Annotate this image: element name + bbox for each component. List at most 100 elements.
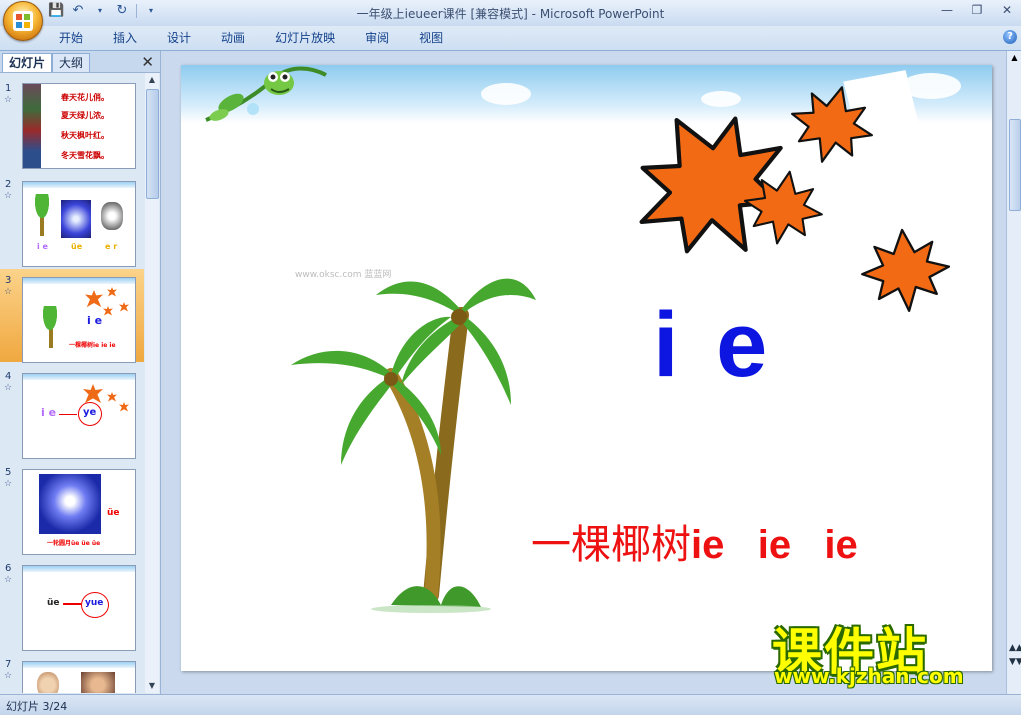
title-bar: 💾 ↶ ▾ ↻ ▾ 一年级上ieueer课件 [兼容模式] - Microsof… [0, 0, 1021, 41]
slides-pane: 幻灯片 大纲 ✕ 1 ☆ 春天花儿俏。 夏天绿儿浓。 秋天枫叶红。 冬天雪花飘。… [0, 51, 161, 694]
maple-leaf-icon [103, 306, 113, 316]
scrollbar-thumb[interactable] [1009, 119, 1021, 211]
slide-letters[interactable]: i e [653, 293, 773, 398]
logo-url-text: www.kjzhan.com [774, 664, 964, 688]
scroll-up-icon[interactable]: ▲ [1007, 51, 1021, 65]
slide-number: 4 [5, 371, 12, 382]
tab-review[interactable]: 审阅 [350, 30, 404, 46]
thumb-line: 秋天枫叶红。 [61, 131, 109, 140]
animation-star-icon: ☆ [4, 95, 13, 105]
thumb-label: i e [41, 406, 57, 419]
sky-strip [23, 662, 135, 668]
maple-leaf-icon [107, 287, 117, 297]
editor-scrollbar[interactable]: ▲ ▲▲ ▼▼ [1006, 51, 1021, 694]
maple-leaf-icon [119, 302, 129, 312]
palm-leaves-icon [36, 306, 64, 346]
animation-star-icon: ☆ [4, 575, 13, 585]
office-logo-icon [13, 11, 33, 31]
thumb-label: e r [105, 242, 118, 251]
thumb-label: ye [83, 407, 97, 418]
scroll-up-icon[interactable]: ▲ [145, 73, 159, 87]
thumbnail-row[interactable]: 1 ☆ 春天花儿俏。 夏天绿儿浓。 秋天枫叶红。 冬天雪花飘。 [0, 77, 144, 170]
thumbnail-list: 1 ☆ 春天花儿俏。 夏天绿儿浓。 秋天枫叶红。 冬天雪花飘。 2 ☆ i e … [0, 73, 144, 693]
slide-number: 2 [5, 179, 12, 190]
animation-star-icon: ☆ [4, 383, 13, 393]
window-title: 一年级上ieueer课件 [兼容模式] - Microsoft PowerPoi… [356, 7, 665, 21]
maple-leaf-icon [119, 402, 129, 412]
animation-star-icon: ☆ [4, 671, 13, 681]
scroll-down-icon[interactable]: ▼ [145, 679, 159, 693]
tab-home[interactable]: 开始 [44, 30, 98, 46]
tab-outline[interactable]: 大纲 [52, 53, 91, 72]
animation-star-icon: ☆ [4, 191, 13, 201]
palm-tree-illustration [291, 278, 536, 613]
palm-leaves-icon [28, 194, 56, 234]
scrollbar-thumb[interactable] [146, 89, 159, 199]
status-bar: 幻灯片 3/24 [0, 694, 1021, 715]
maple-leaf-icon [107, 392, 117, 402]
season-photos [23, 84, 41, 168]
arrow-line [59, 414, 77, 415]
thumb-label: yue [85, 598, 104, 608]
watermark-text: www.oksc.com 蓝蓝网 [295, 270, 392, 280]
tab-view[interactable]: 视图 [404, 30, 458, 46]
maple-leaf-icon [83, 384, 103, 403]
slide-editor-area: www.oksc.com 蓝蓝网 i e 一棵椰树ie ie ie [161, 51, 1006, 694]
sky-strip [23, 374, 135, 380]
slide-thumbnail[interactable]: üe yue [22, 565, 136, 651]
office-button[interactable] [3, 1, 43, 41]
previous-slide-icon[interactable]: ▲▲ [1009, 643, 1021, 653]
window-controls: — ❐ ✕ [939, 3, 1015, 17]
caption-chinese: 一棵椰树 [531, 522, 691, 568]
help-icon[interactable]: ? [1003, 30, 1017, 44]
thumbnail-scrollbar[interactable]: ▲ ▼ [145, 73, 159, 693]
slide-thumbnail[interactable] [22, 661, 136, 693]
slide-thumbnail[interactable]: i e ye [22, 373, 136, 459]
thumb-label: üe [47, 598, 60, 608]
minimize-icon[interactable]: — [939, 3, 955, 17]
slide-caption[interactable]: 一棵椰树ie ie ie [531, 512, 858, 570]
thumb-line: 春天花儿俏。 [61, 93, 109, 102]
thumb-label: i e [87, 314, 103, 327]
thumbnail-row[interactable]: 6 ☆ üe yue [0, 557, 144, 651]
slide-thumbnail[interactable]: 春天花儿俏。 夏天绿儿浓。 秋天枫叶红。 冬天雪花飘。 [22, 83, 136, 169]
thumbnail-row[interactable]: 7 ☆ [0, 653, 144, 693]
arrow-line [63, 603, 81, 605]
tab-animations[interactable]: 动画 [206, 30, 260, 46]
thumb-line: 冬天雪花飘。 [61, 151, 109, 160]
maple-leaf-icon [85, 290, 103, 308]
thumbnail-row-active[interactable]: 3 ☆ i e 一棵椰树ie ie ie [0, 269, 144, 363]
close-pane-icon[interactable]: ✕ [141, 53, 154, 71]
frog-vine-illustration [205, 66, 327, 122]
moon-image [61, 200, 91, 238]
tab-slides[interactable]: 幻灯片 [2, 53, 53, 72]
restore-icon[interactable]: ❐ [969, 3, 985, 17]
close-icon[interactable]: ✕ [999, 3, 1015, 17]
tab-insert[interactable]: 插入 [98, 30, 152, 46]
tab-design[interactable]: 设计 [152, 30, 206, 46]
child-photo [81, 672, 115, 693]
slide-thumbnail[interactable]: üe 一轮圆月üe üe üe [22, 469, 136, 555]
ribbon-tab-bar: 开始 插入 设计 动画 幻灯片放映 审阅 视图 ? [0, 26, 1021, 51]
slide-number: 7 [5, 659, 12, 670]
animation-star-icon: ☆ [4, 287, 13, 297]
slide-number: 5 [5, 467, 12, 478]
slide-thumbnail[interactable]: i e üe e r [22, 181, 136, 267]
cloud-shape [481, 83, 531, 105]
next-slide-icon[interactable]: ▼▼ [1009, 657, 1021, 667]
caption-pinyin: ie ie ie [691, 523, 858, 567]
thumb-line: 夏天绿儿浓。 [61, 111, 109, 120]
thumbnail-row[interactable]: 4 ☆ i e ye [0, 365, 144, 459]
tab-slideshow[interactable]: 幻灯片放映 [260, 30, 350, 46]
slide-thumbnail[interactable]: i e 一棵椰树ie ie ie [22, 277, 136, 363]
sky-strip [23, 278, 135, 284]
ear-image [37, 672, 59, 693]
slide-canvas[interactable]: www.oksc.com 蓝蓝网 i e 一棵椰树ie ie ie [181, 65, 992, 671]
slide-number: 1 [5, 83, 12, 94]
thumb-label: üe [71, 242, 83, 251]
thumb-label: i e [37, 242, 48, 251]
ear-image [101, 202, 123, 230]
thumbnail-row[interactable]: 5 ☆ üe 一轮圆月üe üe üe [0, 461, 144, 555]
thumbnail-row[interactable]: 2 ☆ i e üe e r [0, 173, 144, 267]
sky-strip [23, 182, 135, 188]
